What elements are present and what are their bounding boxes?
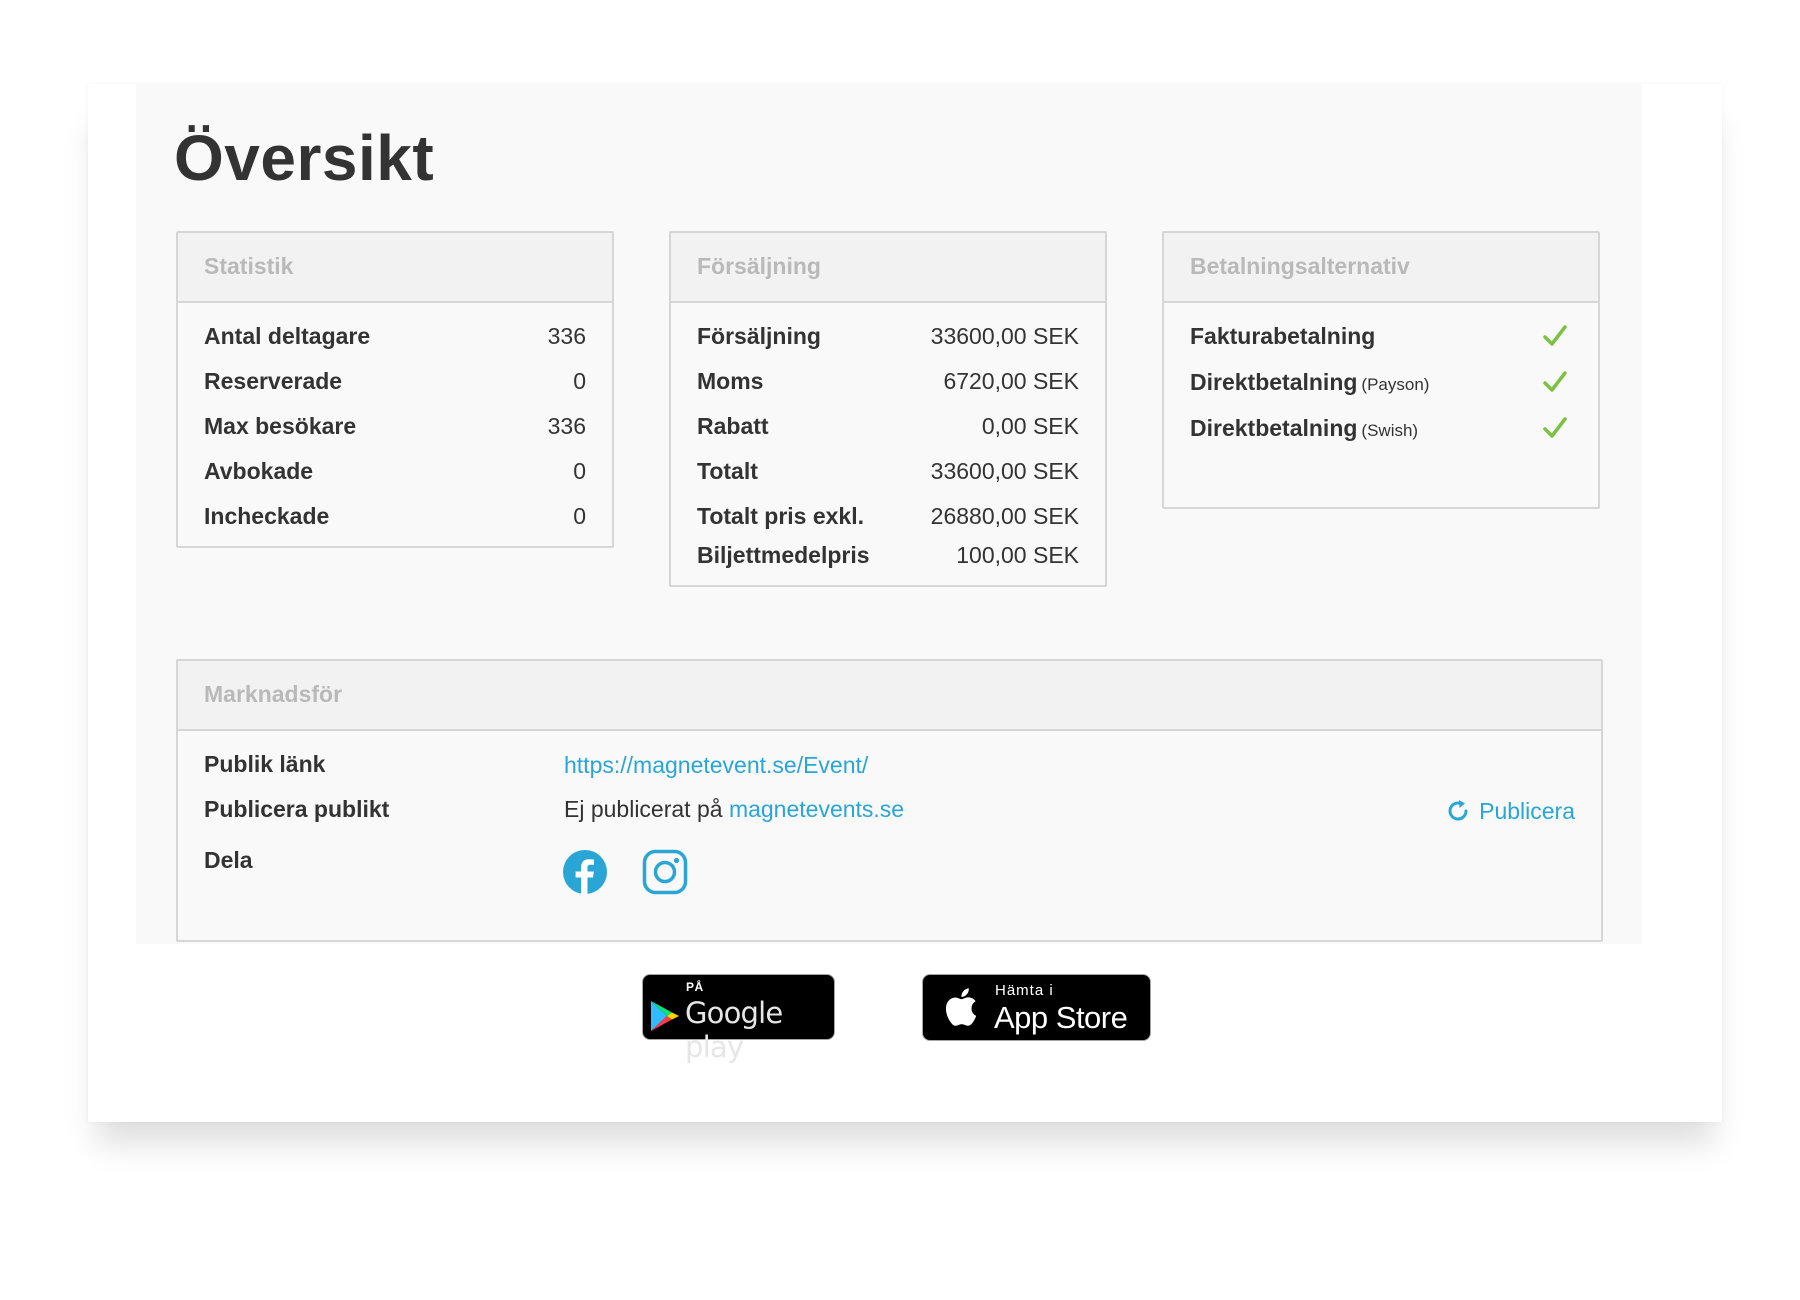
stat-label: Max besökare (204, 413, 357, 439)
sales-row: Rabatt 0,00 SEK (697, 409, 1079, 443)
stat-value: 0 (573, 503, 586, 529)
payment-row: Direktbetalning (Payson) (1190, 365, 1572, 399)
payment-sub: (Swish) (1361, 421, 1419, 440)
sales-row: Moms 6720,00 SEK (697, 364, 1079, 398)
sales-label: Försäljning (697, 323, 821, 349)
payment-name: Direktbetalning (1190, 415, 1358, 441)
payment-sub: (Payson) (1361, 375, 1430, 394)
payment-row: Fakturabetalning (1190, 319, 1572, 353)
sales-label: Moms (697, 368, 764, 394)
publish-status-link[interactable]: magnetevents.se (729, 796, 904, 822)
forsaljning-card: Försäljning Försäljning 33600,00 SEK Mom… (669, 231, 1107, 587)
sales-label: Rabatt (697, 413, 769, 439)
sales-row: Totalt 33600,00 SEK (697, 454, 1079, 488)
apple-icon (945, 988, 977, 1026)
check-icon (1543, 371, 1567, 392)
sales-row: Biljettmedelpris 100,00 SEK (697, 538, 1079, 572)
app-store-top-text: Hämta i (995, 982, 1054, 999)
publish-status: Ej publicerat på magnetevents.se (564, 792, 904, 826)
refresh-icon (1448, 800, 1468, 821)
sales-value: 26880,00 SEK (930, 503, 1079, 529)
betalning-card: Betalningsalternativ Fakturabetalning Di… (1162, 231, 1600, 509)
sales-label: Totalt (697, 458, 758, 484)
facebook-icon[interactable] (562, 849, 608, 895)
google-play-top-text: PÅ (686, 980, 704, 994)
payment-label: Direktbetalning (Swish) (1190, 411, 1418, 448)
public-link[interactable]: https://magnetevent.se/Event/ (564, 748, 868, 782)
stat-value: 0 (573, 458, 586, 484)
page-title: Översikt (174, 122, 435, 194)
payment-row: Direktbetalning (Swish) (1190, 411, 1572, 445)
publish-button[interactable]: Publicera (1445, 794, 1575, 828)
sales-value: 33600,00 SEK (930, 323, 1079, 349)
stat-label: Reserverade (204, 368, 343, 394)
statistik-card-header: Statistik (178, 233, 612, 303)
share-label: Dela (204, 847, 253, 873)
sales-row: Försäljning 33600,00 SEK (697, 319, 1079, 353)
sales-value: 33600,00 SEK (930, 458, 1079, 484)
app-store-name: App Store (994, 1000, 1128, 1035)
check-icon (1543, 417, 1567, 438)
google-play-icon (651, 1001, 679, 1031)
stat-row: Incheckade 0 (204, 499, 586, 533)
google-play-badge[interactable]: PÅ Google play (642, 974, 835, 1064)
stat-label: Incheckade (204, 503, 330, 529)
marknadsfor-card-header: Marknadsför (178, 661, 1601, 731)
stat-value: 336 (547, 323, 586, 349)
marknadsfor-card: Marknadsför Publik länk https://magnetev… (176, 659, 1603, 942)
stat-value: 336 (547, 413, 586, 439)
sales-value: 100,00 SEK (956, 542, 1079, 568)
sales-row: Totalt pris exkl. 26880,00 SEK (697, 499, 1079, 533)
stat-row: Antal deltagare 336 (204, 319, 586, 353)
sales-value: 6720,00 SEK (943, 368, 1079, 394)
stat-row: Avbokade 0 (204, 454, 586, 488)
stat-label: Avbokade (204, 458, 314, 484)
app-store-badge[interactable]: Hämta i App Store (922, 974, 1151, 1041)
stat-value: 0 (573, 368, 586, 394)
google-play-name: Google play (685, 996, 783, 1064)
betalning-card-header: Betalningsalternativ (1164, 233, 1598, 303)
payment-label: Direktbetalning (Payson) (1190, 365, 1429, 402)
publish-label: Publicera publikt (204, 796, 390, 822)
payment-name: Direktbetalning (1190, 369, 1358, 395)
statistik-card: Statistik Antal deltagare 336 Reserverad… (176, 231, 614, 548)
sales-value: 0,00 SEK (981, 413, 1079, 439)
forsaljning-card-header: Försäljning (671, 233, 1105, 303)
sales-label: Biljettmedelpris (697, 542, 870, 568)
stat-row: Reserverade 0 (204, 364, 586, 398)
publish-button-label: Publicera (1479, 798, 1575, 824)
stat-label: Antal deltagare (204, 323, 371, 349)
public-link-label: Publik länk (204, 751, 326, 777)
stat-row: Max besökare 336 (204, 409, 586, 443)
instagram-icon[interactable] (642, 849, 688, 895)
publish-status-text: Ej publicerat på (564, 796, 723, 822)
check-icon (1543, 325, 1567, 346)
sales-label: Totalt pris exkl. (697, 503, 865, 529)
payment-name: Fakturabetalning (1190, 323, 1376, 349)
payment-label: Fakturabetalning (1190, 319, 1379, 356)
